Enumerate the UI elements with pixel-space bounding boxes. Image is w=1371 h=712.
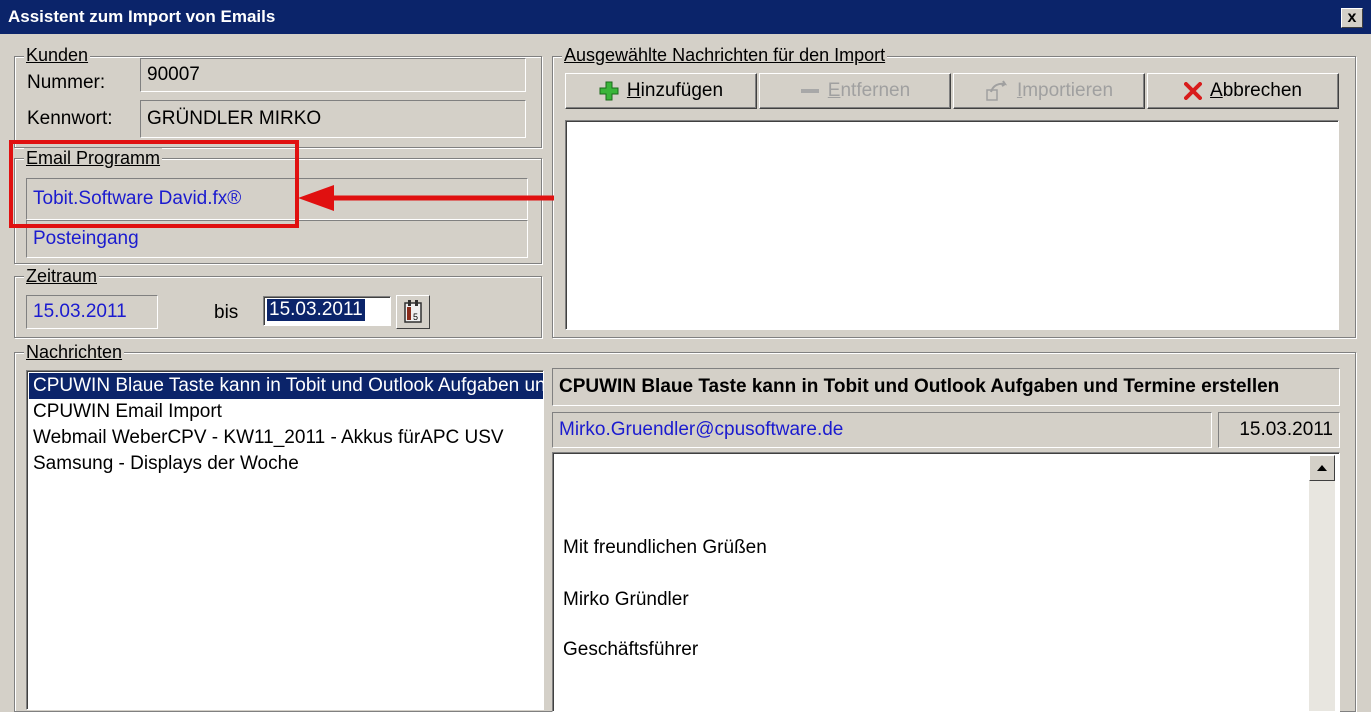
- selected-messages-list[interactable]: [565, 120, 1339, 330]
- messages-list[interactable]: CPUWIN Blaue Taste kann in Tobit und Out…: [26, 370, 544, 710]
- import-button-label: Importieren: [1016, 80, 1114, 101]
- calendar-icon: 5: [404, 300, 422, 323]
- date-field: 15.03.2011: [1218, 412, 1340, 448]
- kennwort-value: GRÜNDLER MIRKO: [147, 108, 322, 129]
- add-button-label: Hinzufügen: [626, 80, 724, 101]
- body-line: Mirko Gründler: [563, 589, 689, 610]
- remove-button[interactable]: Entfernen: [759, 73, 951, 109]
- sender-field: Mirko.Gruendler@cpusoftware.de: [552, 412, 1212, 448]
- highlight-box: [9, 140, 299, 228]
- calendar-button[interactable]: 5: [396, 295, 430, 329]
- close-button[interactable]: x: [1341, 8, 1363, 28]
- nachrichten-legend: Nachrichten: [24, 342, 125, 362]
- nummer-value: 90007: [147, 64, 200, 85]
- body-line: Geschäftsführer: [563, 639, 699, 660]
- nummer-label: Nummer:: [27, 72, 106, 93]
- body-line: Mit freundlichen Grüßen: [563, 537, 767, 558]
- list-item[interactable]: Samsung - Displays der Woche: [29, 451, 543, 477]
- list-item[interactable]: CPUWIN Email Import: [29, 399, 543, 425]
- folder-value: Posteingang: [33, 228, 139, 249]
- scroll-up-arrow-icon: [1317, 465, 1327, 471]
- subject-field: CPUWIN Blaue Taste kann in Tobit und Out…: [552, 368, 1340, 406]
- message-body[interactable]: Mit freundlichen Grüßen Mirko Gründler G…: [552, 452, 1340, 712]
- annotation-arrow-icon: [298, 185, 554, 211]
- list-item[interactable]: Webmail WeberCPV - KW11_2011 - Akkus für…: [29, 425, 543, 451]
- window-title: Assistent zum Import von Emails: [8, 7, 276, 26]
- scroll-up-button[interactable]: [1309, 455, 1335, 481]
- import-icon: [986, 80, 1008, 101]
- body-scrollbar[interactable]: [1309, 455, 1335, 711]
- zeitraum-legend: Zeitraum: [24, 266, 100, 286]
- kunden-legend: Kunden: [24, 45, 91, 65]
- plus-icon: [599, 81, 619, 101]
- import-button[interactable]: Importieren: [953, 73, 1145, 109]
- remove-button-label: Entfernen: [827, 80, 911, 101]
- date-to-value: 15.03.2011: [267, 299, 365, 321]
- subject-value: CPUWIN Blaue Taste kann in Tobit und Out…: [559, 376, 1280, 397]
- cancel-button[interactable]: Abbrechen: [1147, 73, 1339, 109]
- title-bar: Assistent zum Import von Emails: [0, 0, 1371, 34]
- kennwort-field: GRÜNDLER MIRKO: [140, 100, 526, 138]
- close-icon: x: [1347, 9, 1357, 26]
- cancel-button-label: Abbrechen: [1210, 80, 1302, 101]
- bis-label: bis: [214, 302, 239, 323]
- add-button[interactable]: Hinzufügen: [565, 73, 757, 109]
- x-icon: [1184, 82, 1203, 100]
- import-legend: Ausgewählte Nachrichten für den Import: [562, 45, 888, 65]
- list-item[interactable]: CPUWIN Blaue Taste kann in Tobit und Out…: [29, 373, 543, 399]
- svg-text:5: 5: [413, 312, 418, 322]
- minus-icon: [800, 89, 819, 93]
- date-to-input[interactable]: 15.03.2011: [263, 296, 391, 326]
- date-from-field[interactable]: 15.03.2011: [26, 295, 158, 329]
- kennwort-label: Kennwort:: [27, 108, 113, 129]
- date-from-value: 15.03.2011: [33, 301, 127, 322]
- sender-value: Mirko.Gruendler@cpusoftware.de: [559, 419, 844, 440]
- nummer-field: 90007: [140, 58, 526, 92]
- date-value: 15.03.2011: [1239, 419, 1333, 440]
